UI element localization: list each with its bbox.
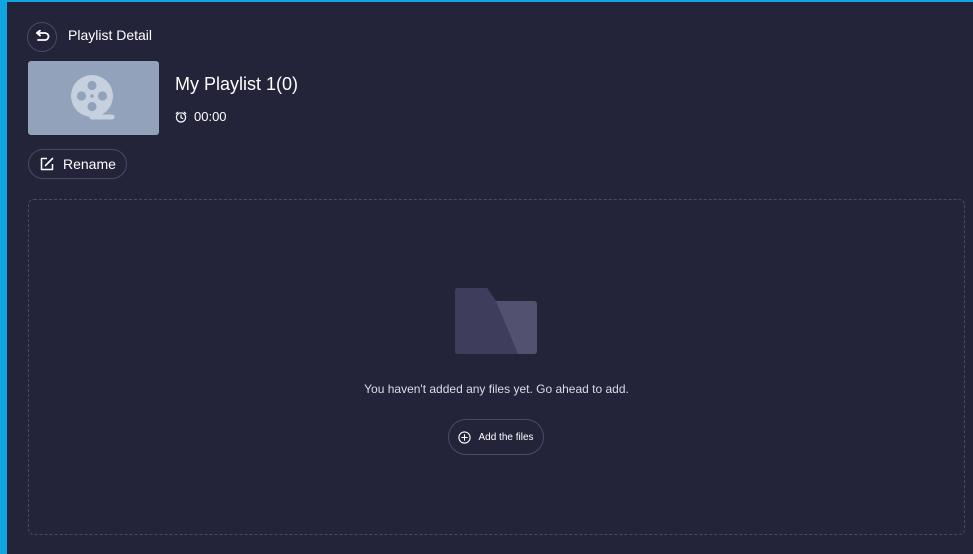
- add-files-label: Add the files: [478, 431, 534, 443]
- plus-circle-icon: [458, 430, 472, 444]
- film-reel-icon: [70, 75, 114, 120]
- rename-label: Rename: [63, 156, 116, 172]
- files-dropzone: [28, 199, 965, 535]
- page-title: Playlist Detail: [68, 27, 153, 43]
- back-button[interactable]: [27, 22, 57, 52]
- playlist-name: My Playlist 1(0): [175, 74, 299, 94]
- empty-state-message: You haven't added any files yet. Go ahea…: [364, 382, 629, 396]
- add-files-button[interactable]: Add the files: [448, 419, 544, 455]
- playlist-detail-screen: Playlist Detail My Playlist 1(0) 00:00 R…: [0, 0, 973, 554]
- playlist-duration: 00:00: [175, 109, 227, 124]
- clock-icon: [175, 111, 187, 123]
- rename-button[interactable]: Rename: [28, 149, 127, 179]
- playlist-thumbnail: [28, 61, 159, 135]
- duration-value: 00:00: [194, 109, 227, 124]
- back-arrow-icon: [36, 30, 50, 41]
- folder-icon: [455, 288, 537, 354]
- edit-icon: [40, 157, 54, 171]
